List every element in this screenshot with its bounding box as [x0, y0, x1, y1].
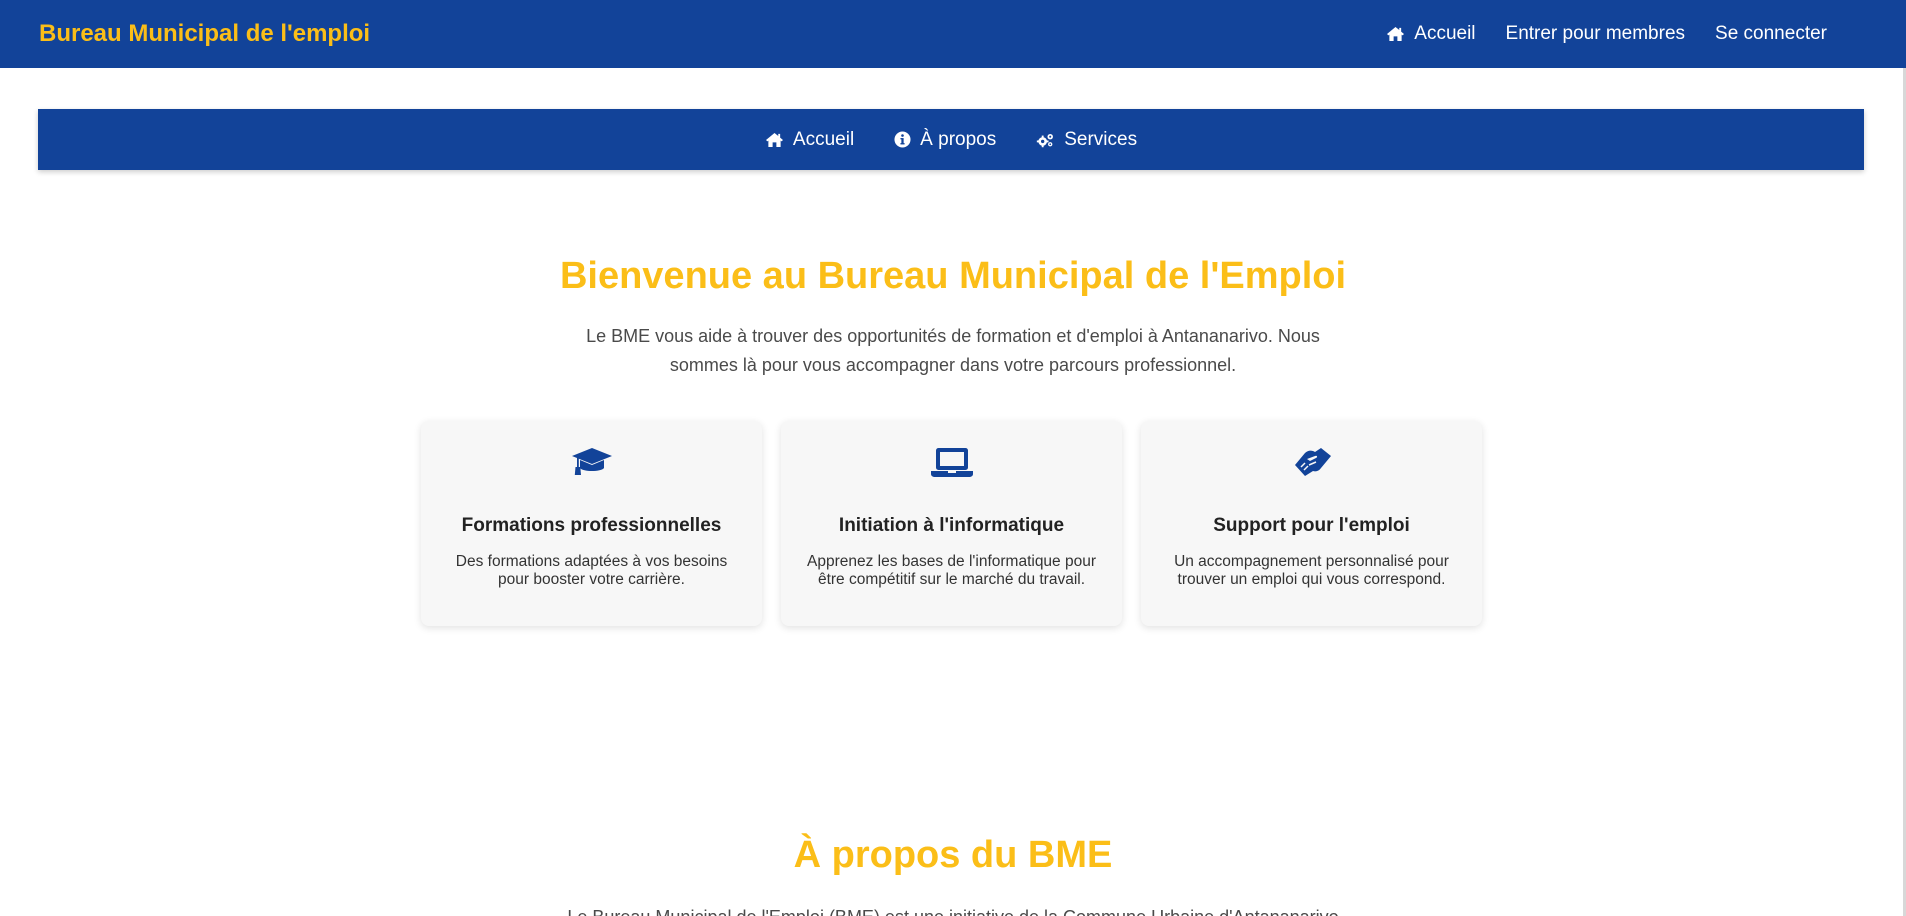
feature-card-informatique: Initiation à l'informatique Apprenez les… — [781, 421, 1122, 626]
feature-card-emploi: Support pour l'emploi Un accompagnement … — [1141, 421, 1482, 626]
secondary-nav: Accueil À propos Services — [38, 109, 1864, 170]
handshake-icon — [1291, 443, 1333, 481]
top-nav-login-label: Se connecter — [1715, 23, 1827, 44]
subnav-services-label: Services — [1064, 128, 1138, 150]
about-description: Le Bureau Municipal de l'Emploi (BME) es… — [520, 903, 1386, 916]
feature-card-text: Un accompagnement personnalisé pour trou… — [1174, 553, 1449, 588]
home-icon — [1386, 26, 1405, 42]
top-nav-login-link[interactable]: Se connecter — [1715, 23, 1827, 45]
hero-title: Bienvenue au Bureau Municipal de l'Emplo… — [559, 255, 1347, 297]
top-nav-membres-link[interactable]: Entrer pour membres — [1506, 23, 1686, 45]
feature-cards: Formations professionnelles Des formatio… — [421, 421, 1483, 626]
subnav-apropos-link[interactable]: À propos — [894, 129, 996, 151]
feature-card-title: Initiation à l'informatique — [838, 515, 1065, 536]
top-nav-membres-label: Entrer pour membres — [1505, 23, 1686, 44]
laptop-icon — [930, 443, 973, 481]
subnav-apropos-label: À propos — [920, 128, 997, 150]
top-nav-accueil-label: Accueil — [1414, 23, 1476, 44]
page: Bureau Municipal de l'emploi Accueil Ent… — [0, 0, 1906, 916]
feature-card-title: Formations professionnelles — [461, 515, 722, 536]
subnav-accueil-link[interactable]: Accueil — [765, 129, 854, 151]
feature-card-text: Apprenez les bases de l'informatique pou… — [806, 553, 1097, 588]
hero-description: Le BME vous aide à trouver des opportuni… — [586, 326, 1320, 375]
feature-card-text: Des formations adaptées à vos besoins po… — [455, 553, 728, 588]
top-nav-links: Accueil Entrer pour membres Se connecter — [1386, 23, 1866, 45]
subnav-services-link[interactable]: Services — [1036, 129, 1137, 151]
about-title: À propos du BME — [793, 834, 1113, 876]
feature-card-title: Support pour l'emploi — [1213, 515, 1410, 536]
info-circle-icon — [894, 131, 911, 148]
home-icon — [765, 132, 784, 148]
top-navbar: Bureau Municipal de l'emploi Accueil Ent… — [0, 0, 1906, 68]
subnav-accueil-label: Accueil — [792, 128, 855, 150]
top-nav-accueil-link[interactable]: Accueil — [1386, 23, 1476, 45]
graduation-cap-icon — [571, 443, 613, 481]
brand-link[interactable]: Bureau Municipal de l'emploi — [39, 20, 370, 48]
feature-card-formations: Formations professionnelles Des formatio… — [421, 421, 762, 626]
cogs-icon — [1036, 132, 1055, 148]
